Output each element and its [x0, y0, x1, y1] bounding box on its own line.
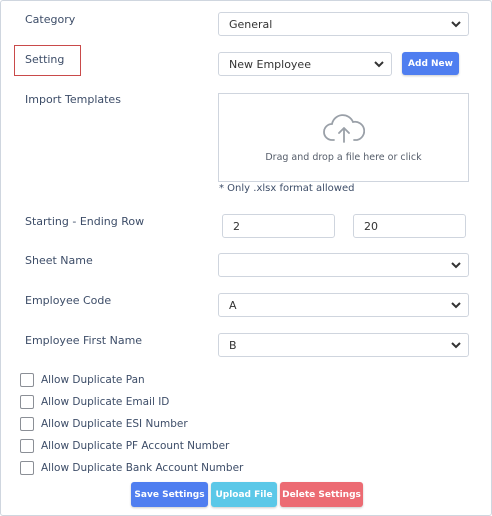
allow-duplicate-pf-checkbox[interactable]: Allow Duplicate PF Account Number: [20, 439, 229, 453]
checkbox-icon[interactable]: [20, 395, 34, 409]
allow-duplicate-pan-checkbox[interactable]: Allow Duplicate Pan: [20, 373, 145, 387]
employee-first-name-select[interactable]: B: [218, 333, 469, 357]
category-label: Category: [25, 13, 76, 26]
delete-settings-button[interactable]: Delete Settings: [280, 482, 363, 507]
checkbox-label: Allow Duplicate PF Account Number: [41, 440, 230, 452]
checkbox-label: Allow Duplicate ESI Number: [41, 418, 188, 430]
import-templates-label: Import Templates: [25, 93, 121, 106]
save-settings-button[interactable]: Save Settings: [131, 482, 208, 507]
upload-file-button[interactable]: Upload File: [211, 482, 277, 507]
add-new-button[interactable]: Add New: [402, 52, 459, 75]
chevron-down-icon: [451, 342, 461, 349]
dropzone-text: Drag and drop a file here or click: [265, 152, 422, 163]
row-range-label: Starting - Ending Row: [25, 215, 145, 228]
checkbox-icon[interactable]: [20, 439, 34, 453]
setting-value: New Employee: [229, 57, 311, 71]
employee-code-label: Employee Code: [25, 294, 112, 307]
form-panel: Category General Setting New Employee Ad…: [0, 0, 492, 516]
checkbox-icon[interactable]: [20, 373, 34, 387]
checkbox-icon[interactable]: [20, 417, 34, 431]
checkbox-label: Allow Duplicate Bank Account Number: [41, 462, 244, 474]
cloud-upload-icon: [322, 114, 365, 143]
allow-duplicate-esi-checkbox[interactable]: Allow Duplicate ESI Number: [20, 417, 188, 431]
employee-code-value: A: [229, 298, 237, 312]
file-dropzone[interactable]: Drag and drop a file here or click: [218, 93, 469, 182]
category-value: General: [229, 17, 273, 31]
checkbox-label: Allow Duplicate Pan: [41, 374, 145, 386]
employee-code-select[interactable]: A: [218, 293, 469, 317]
ending-row-input[interactable]: 20: [353, 214, 466, 238]
ending-row-value: 20: [364, 219, 378, 233]
allow-duplicate-email-checkbox[interactable]: Allow Duplicate Email ID: [20, 395, 169, 409]
checkbox-icon[interactable]: [20, 461, 34, 475]
sheet-name-label: Sheet Name: [25, 254, 93, 267]
employee-first-name-label: Employee First Name: [25, 334, 143, 347]
starting-row-value: 2: [233, 219, 240, 233]
chevron-down-icon: [451, 302, 461, 309]
chevron-down-icon: [451, 21, 461, 28]
allow-duplicate-bank-checkbox[interactable]: Allow Duplicate Bank Account Number: [20, 461, 243, 475]
checkbox-label: Allow Duplicate Email ID: [41, 396, 170, 408]
chevron-down-icon: [451, 262, 461, 269]
employee-first-name-value: B: [229, 338, 237, 352]
format-note: * Only .xlsx format allowed: [219, 183, 355, 194]
chevron-down-icon: [374, 61, 384, 68]
setting-label: Setting: [25, 53, 65, 66]
setting-select[interactable]: New Employee: [218, 52, 392, 76]
sheet-name-select[interactable]: [218, 253, 469, 277]
starting-row-input[interactable]: 2: [222, 214, 335, 238]
category-select[interactable]: General: [218, 12, 469, 36]
